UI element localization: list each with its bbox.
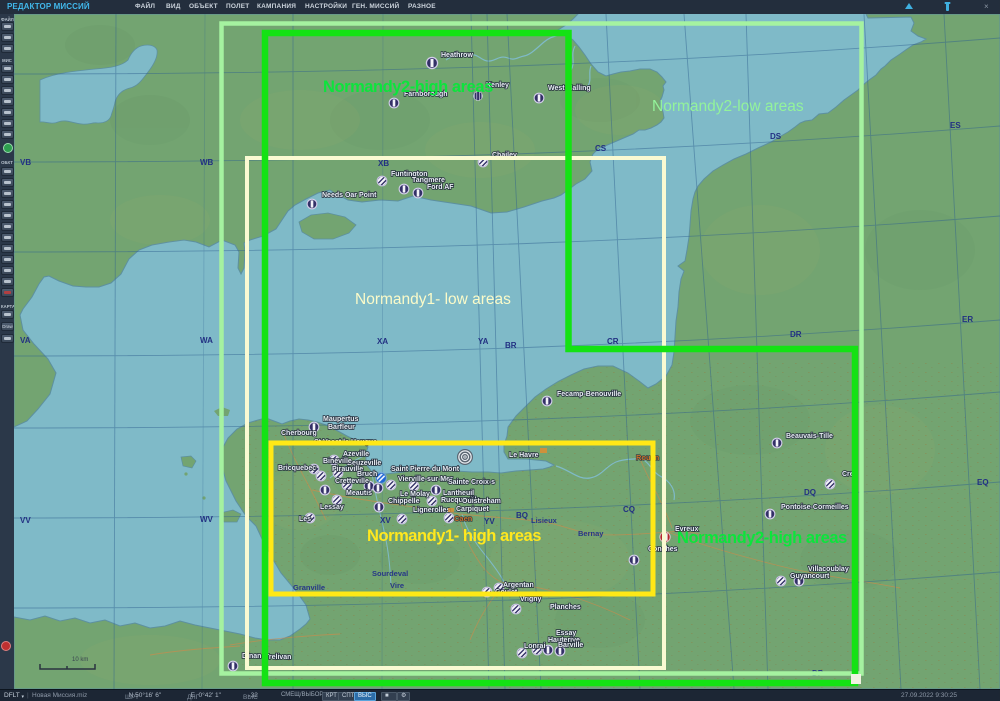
- svg-text:XA: XA: [377, 337, 388, 346]
- svg-text:Sourdeval: Sourdeval: [372, 569, 408, 578]
- svg-text:CR: CR: [607, 337, 619, 346]
- svg-text:Lantheuil: Lantheuil: [443, 490, 474, 497]
- svg-text:Argentan: Argentan: [503, 582, 534, 589]
- svg-text:BR: BR: [505, 341, 517, 350]
- svg-text:YV: YV: [484, 517, 495, 526]
- svg-text:XV: XV: [380, 516, 391, 525]
- svg-text:Heathrow: Heathrow: [441, 52, 473, 59]
- svg-text:Barville: Barville: [558, 642, 583, 649]
- svg-text:VB: VB: [20, 158, 31, 167]
- svg-text:DS: DS: [770, 132, 782, 141]
- svg-text:WA: WA: [200, 336, 213, 345]
- svg-text:Saint Pierre du Mont: Saint Pierre du Mont: [391, 466, 460, 473]
- svg-text:Normandy2-low areas: Normandy2-low areas: [652, 98, 804, 115]
- svg-text:Le Havre: Le Havre: [509, 452, 539, 459]
- svg-text:Guyancourt: Guyancourt: [790, 573, 830, 580]
- svg-text:Caen: Caen: [454, 514, 473, 523]
- svg-text:Rouen: Rouen: [636, 453, 660, 462]
- svg-text:Bruch: Bruch: [357, 471, 377, 478]
- svg-text:Vierville-sur-Mer: Vierville-sur-Mer: [398, 476, 453, 483]
- svg-text:Normandy2-high areas: Normandy2-high areas: [323, 78, 493, 96]
- svg-text:Lessay: Lessay: [320, 504, 344, 511]
- svg-text:ER: ER: [962, 315, 973, 324]
- svg-text:Lonrai: Lonrai: [524, 643, 545, 650]
- svg-text:Ouistreham: Ouistreham: [462, 498, 501, 505]
- svg-text:Essay: Essay: [556, 630, 576, 637]
- svg-text:Barfleur: Barfleur: [328, 424, 355, 431]
- svg-text:Trelivan: Trelivan: [265, 654, 291, 661]
- svg-text:Chippelle: Chippelle: [388, 498, 420, 505]
- svg-text:Cherbourg: Cherbourg: [281, 430, 317, 437]
- svg-text:CS: CS: [595, 144, 607, 153]
- svg-text:Dinan: Dinan: [242, 653, 261, 660]
- svg-text:Granville: Granville: [293, 583, 325, 592]
- svg-text:DQ: DQ: [804, 488, 816, 497]
- svg-text:Lignerolles: Lignerolles: [413, 507, 450, 514]
- svg-text:Bricquebec: Bricquebec: [278, 465, 316, 472]
- svg-text:ES: ES: [950, 121, 961, 130]
- svg-text:Azeville: Azeville: [343, 451, 369, 458]
- svg-text:Tangmere: Tangmere: [412, 177, 445, 184]
- svg-text:VV: VV: [20, 516, 31, 525]
- svg-text:YA: YA: [478, 337, 489, 346]
- svg-text:CQ: CQ: [623, 505, 635, 514]
- svg-text:VA: VA: [20, 336, 31, 345]
- svg-text:Pontoise-Cormeilles: Pontoise-Cormeilles: [781, 504, 849, 511]
- svg-text:Lisieux: Lisieux: [531, 516, 558, 525]
- svg-text:XB: XB: [378, 159, 389, 168]
- svg-text:BQ: BQ: [516, 511, 528, 520]
- svg-text:Meautis: Meautis: [346, 490, 372, 497]
- svg-text:Maupertus: Maupertus: [323, 416, 359, 423]
- svg-text:Carpiquet: Carpiquet: [456, 506, 489, 513]
- svg-text:Needs Oar Point: Needs Oar Point: [322, 192, 377, 199]
- svg-text:×: ×: [984, 2, 989, 11]
- svg-text:Bernay: Bernay: [578, 529, 604, 538]
- svg-text:Beauvais-Tille: Beauvais-Tille: [786, 433, 833, 440]
- svg-text:Bineville: Bineville: [323, 458, 352, 465]
- svg-text:WB: WB: [200, 158, 214, 167]
- svg-text:WV: WV: [200, 515, 214, 524]
- svg-text:Le Molay: Le Molay: [400, 491, 430, 498]
- svg-text:Les: Les: [299, 516, 311, 523]
- svg-text:Sainte Croix-s: Sainte Croix-s: [448, 479, 495, 486]
- svg-text:10 km: 10 km: [72, 657, 88, 663]
- svg-text:Normandy2-high areas: Normandy2-high areas: [677, 529, 847, 547]
- svg-text:EQ: EQ: [977, 478, 989, 487]
- svg-text:Normandy1- low areas: Normandy1- low areas: [355, 291, 511, 308]
- svg-text:Cretteville: Cretteville: [335, 478, 369, 485]
- svg-text:Ford AF: Ford AF: [427, 184, 454, 191]
- svg-text:Vrigny: Vrigny: [520, 596, 542, 603]
- svg-text:Fecamp-Benouville: Fecamp-Benouville: [557, 391, 621, 398]
- svg-text:Planches: Planches: [550, 604, 581, 611]
- svg-text:DR: DR: [790, 330, 802, 339]
- svg-text:Normandy1- high areas: Normandy1- high areas: [367, 527, 541, 545]
- svg-text:Vire: Vire: [390, 581, 404, 590]
- svg-text:Villacoublay: Villacoublay: [808, 566, 849, 573]
